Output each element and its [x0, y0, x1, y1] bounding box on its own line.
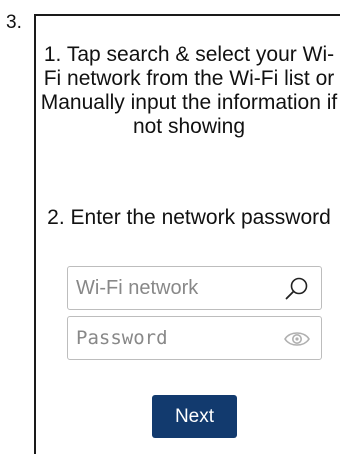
wifi-network-field[interactable]: [67, 266, 322, 310]
next-button[interactable]: Next: [152, 395, 237, 438]
password-input[interactable]: [68, 317, 268, 359]
instruction-select-network: 1. Tap search & select your Wi-Fi networ…: [40, 43, 338, 138]
password-field[interactable]: [67, 316, 322, 360]
step-number: 3.: [6, 12, 22, 33]
wifi-network-input[interactable]: [68, 267, 268, 309]
eye-icon[interactable]: [283, 325, 311, 353]
instruction-enter-password: 2. Enter the network password: [47, 206, 331, 229]
search-icon[interactable]: [283, 275, 311, 303]
